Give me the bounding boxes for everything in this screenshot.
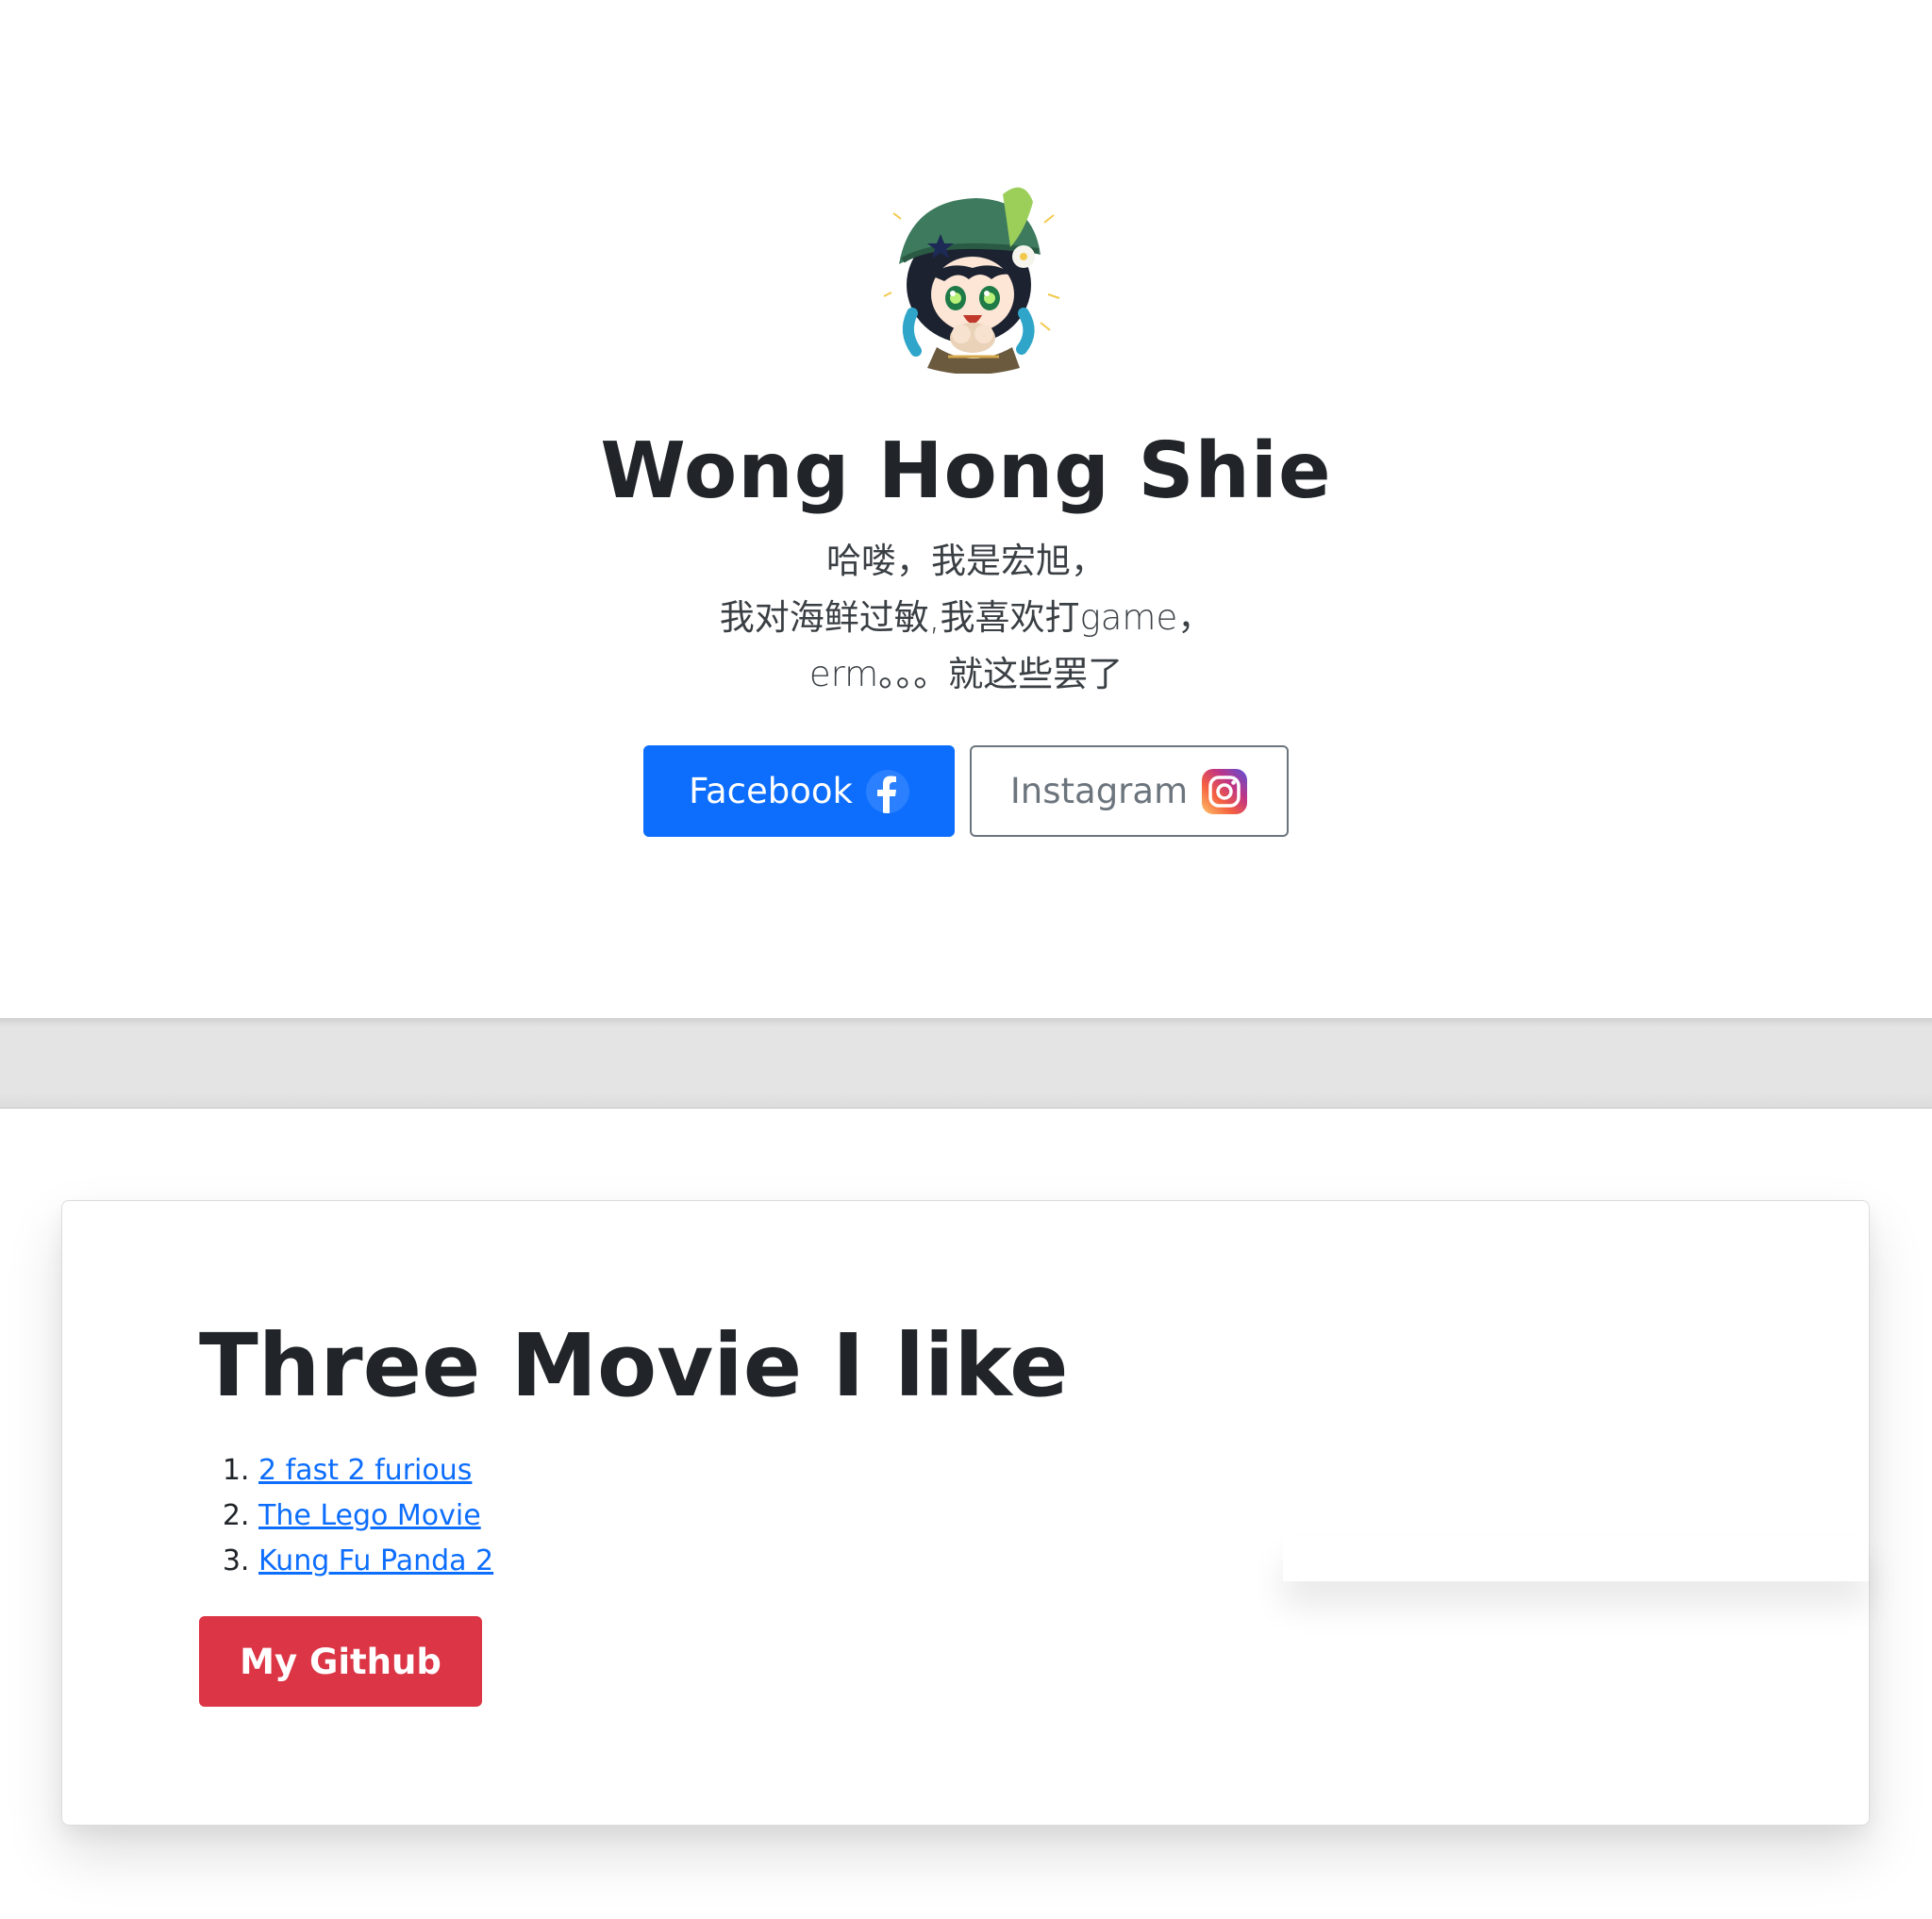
decorative-panel: [1283, 1536, 1869, 1581]
movies-card: Three Movie I like 2 fast 2 furious The …: [61, 1200, 1870, 1826]
bio-line: 我对海鲜过敏,我喜欢打game，: [719, 597, 1213, 638]
movies-title: Three Movie I like: [199, 1315, 1069, 1416]
facebook-icon: [865, 769, 909, 813]
movie-list: 2 fast 2 furious The Lego Movie Kung Fu …: [199, 1448, 493, 1584]
avatar: [883, 187, 1060, 374]
list-item: The Lego Movie: [258, 1493, 493, 1539]
movie-link[interactable]: The Lego Movie: [258, 1499, 481, 1532]
github-button[interactable]: My Github: [199, 1616, 482, 1707]
section-divider: [0, 1018, 1932, 1109]
instagram-icon: [1202, 768, 1248, 814]
bio: 哈喽，我是宏旭， 我对海鲜过敏,我喜欢打game， erm。。。就这些罢了: [0, 533, 1932, 703]
movie-link[interactable]: Kung Fu Panda 2: [258, 1544, 493, 1577]
instagram-button-label: Instagram: [1009, 771, 1189, 811]
facebook-button-label: Facebook: [689, 771, 853, 811]
bio-line: 哈喽，我是宏旭，: [826, 541, 1106, 581]
movie-link[interactable]: 2 fast 2 furious: [258, 1454, 472, 1487]
page-title: Wong Hong Shie: [600, 426, 1332, 516]
bio-line: erm。。。就这些罢了: [808, 654, 1124, 694]
instagram-button[interactable]: Instagram: [970, 745, 1289, 837]
list-item: 2 fast 2 furious: [258, 1448, 493, 1493]
facebook-button[interactable]: Facebook: [643, 745, 955, 837]
hero-section: Wong Hong Shie 哈喽，我是宏旭， 我对海鲜过敏,我喜欢打game，…: [0, 0, 1932, 1018]
list-item: Kung Fu Panda 2: [258, 1539, 493, 1584]
